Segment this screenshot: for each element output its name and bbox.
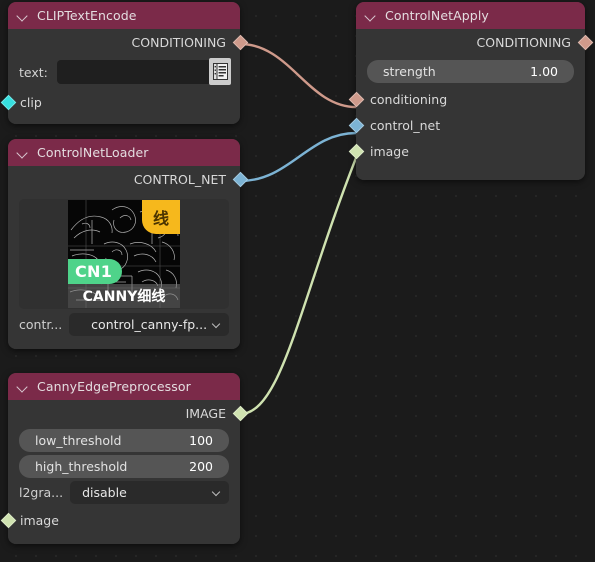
image-preview-slot[interactable]: 线 CN1 CANNY细线 <box>19 199 229 309</box>
thumbnail-caption: CANNY细线 <box>68 284 180 308</box>
output-slot-label: IMAGE <box>185 405 226 421</box>
chevron-down-icon[interactable] <box>17 146 30 159</box>
node-graph-canvas[interactable]: CLIPTextEncode CONDITIONING text: clip C… <box>0 0 595 562</box>
notepad-icon[interactable] <box>209 58 231 85</box>
node-header[interactable]: ControlNetLoader <box>8 139 240 166</box>
node-control-net-loader[interactable]: ControlNetLoader CONTROL_NET 线 CN1 CANNY… <box>8 139 248 349</box>
node-title: ControlNetApply <box>385 8 489 23</box>
port-conditioning-out[interactable] <box>232 34 248 50</box>
link-control-net <box>238 131 358 183</box>
node-title: CannyEdgePreprocessor <box>37 379 191 394</box>
node-body: IMAGE low_threshold 100 high_threshold 2… <box>0 400 248 544</box>
port-conditioning-in[interactable] <box>348 91 364 107</box>
output-slot-label: CONDITIONING <box>131 34 226 50</box>
combo-select[interactable]: disable <box>70 481 229 504</box>
output-slot-control-net[interactable]: CONTROL_NET <box>8 166 248 192</box>
combo-label: contr... <box>19 317 63 332</box>
port-control-net-in[interactable] <box>348 117 364 133</box>
input-slot-label: image <box>370 143 409 159</box>
input-slot-control-net[interactable]: control_net <box>348 112 585 138</box>
combo-label: l2gra... <box>19 485 64 500</box>
input-slot-conditioning[interactable]: conditioning <box>348 86 585 112</box>
thumbnail-image[interactable]: 线 CN1 CANNY细线 <box>68 200 180 308</box>
output-slot-label: CONTROL_NET <box>133 171 226 187</box>
chevron-down-icon[interactable] <box>17 9 30 22</box>
node-clip-text-encode[interactable]: CLIPTextEncode CONDITIONING text: clip <box>0 2 248 124</box>
widget-combo-l2gradient[interactable]: l2gra... disable <box>19 481 229 504</box>
badge-bottom-left: CN1 <box>68 259 123 284</box>
port-conditioning-out[interactable] <box>577 34 593 50</box>
widget-value: 100 <box>189 433 213 448</box>
badge-top-right: 线 <box>142 200 180 234</box>
node-header[interactable]: CLIPTextEncode <box>8 2 240 29</box>
chevron-down-icon[interactable] <box>17 380 30 393</box>
input-slot-image[interactable]: image <box>348 138 585 164</box>
port-image-in[interactable] <box>348 143 364 159</box>
combo-value: control_canny-fp... <box>91 317 208 332</box>
widget-strength[interactable]: strength 1.00 <box>367 60 574 83</box>
input-slot-label: conditioning <box>370 91 448 107</box>
input-slot-label: image <box>20 512 59 528</box>
link-conditioning <box>238 42 358 109</box>
node-control-net-apply[interactable]: ControlNetApply CONDITIONING strength 1.… <box>348 2 593 180</box>
text-widget-label: text: <box>19 64 48 80</box>
link-image <box>238 156 358 416</box>
node-body: CONTROL_NET 线 CN1 CANNY细线 contr... contr… <box>8 166 248 349</box>
widget-text-row[interactable]: text: <box>19 58 231 85</box>
text-input[interactable] <box>56 58 231 85</box>
node-body: CONDITIONING text: clip <box>0 29 248 124</box>
input-slot-image[interactable]: image <box>0 507 240 533</box>
output-slot-conditioning[interactable]: CONDITIONING <box>356 29 593 55</box>
widget-label: low_threshold <box>35 433 122 448</box>
node-title: CLIPTextEncode <box>37 8 137 23</box>
node-body: CONDITIONING strength 1.00 conditioning … <box>348 29 593 180</box>
widget-label: high_threshold <box>35 459 128 474</box>
widget-value: 200 <box>189 459 213 474</box>
chevron-down-icon[interactable] <box>213 321 221 329</box>
input-slot-clip[interactable]: clip <box>0 89 240 115</box>
widget-low-threshold[interactable]: low_threshold 100 <box>19 429 229 452</box>
widget-high-threshold[interactable]: high_threshold 200 <box>19 455 229 478</box>
widget-combo-controlnet-name[interactable]: contr... control_canny-fp... <box>19 313 229 336</box>
widget-label: strength <box>383 64 436 79</box>
node-header[interactable]: CannyEdgePreprocessor <box>8 373 240 400</box>
port-image-out[interactable] <box>232 405 248 421</box>
output-slot-image[interactable]: IMAGE <box>8 400 248 426</box>
input-slot-label: control_net <box>370 117 441 133</box>
chevron-down-icon[interactable] <box>365 9 378 22</box>
port-image-in[interactable] <box>0 512 16 528</box>
node-header[interactable]: ControlNetApply <box>356 2 585 29</box>
combo-select[interactable]: control_canny-fp... <box>69 313 229 336</box>
node-canny-edge-preprocessor[interactable]: CannyEdgePreprocessor IMAGE low_threshol… <box>0 373 248 544</box>
widget-value: 1.00 <box>530 64 558 79</box>
input-slot-label: clip <box>20 94 42 110</box>
node-title: ControlNetLoader <box>37 145 149 160</box>
combo-value: disable <box>82 485 127 500</box>
chevron-down-icon[interactable] <box>213 489 221 497</box>
port-clip-in[interactable] <box>0 94 16 110</box>
output-slot-conditioning[interactable]: CONDITIONING <box>8 29 248 55</box>
port-control-net-out[interactable] <box>232 171 248 187</box>
output-slot-label: CONDITIONING <box>476 34 571 50</box>
